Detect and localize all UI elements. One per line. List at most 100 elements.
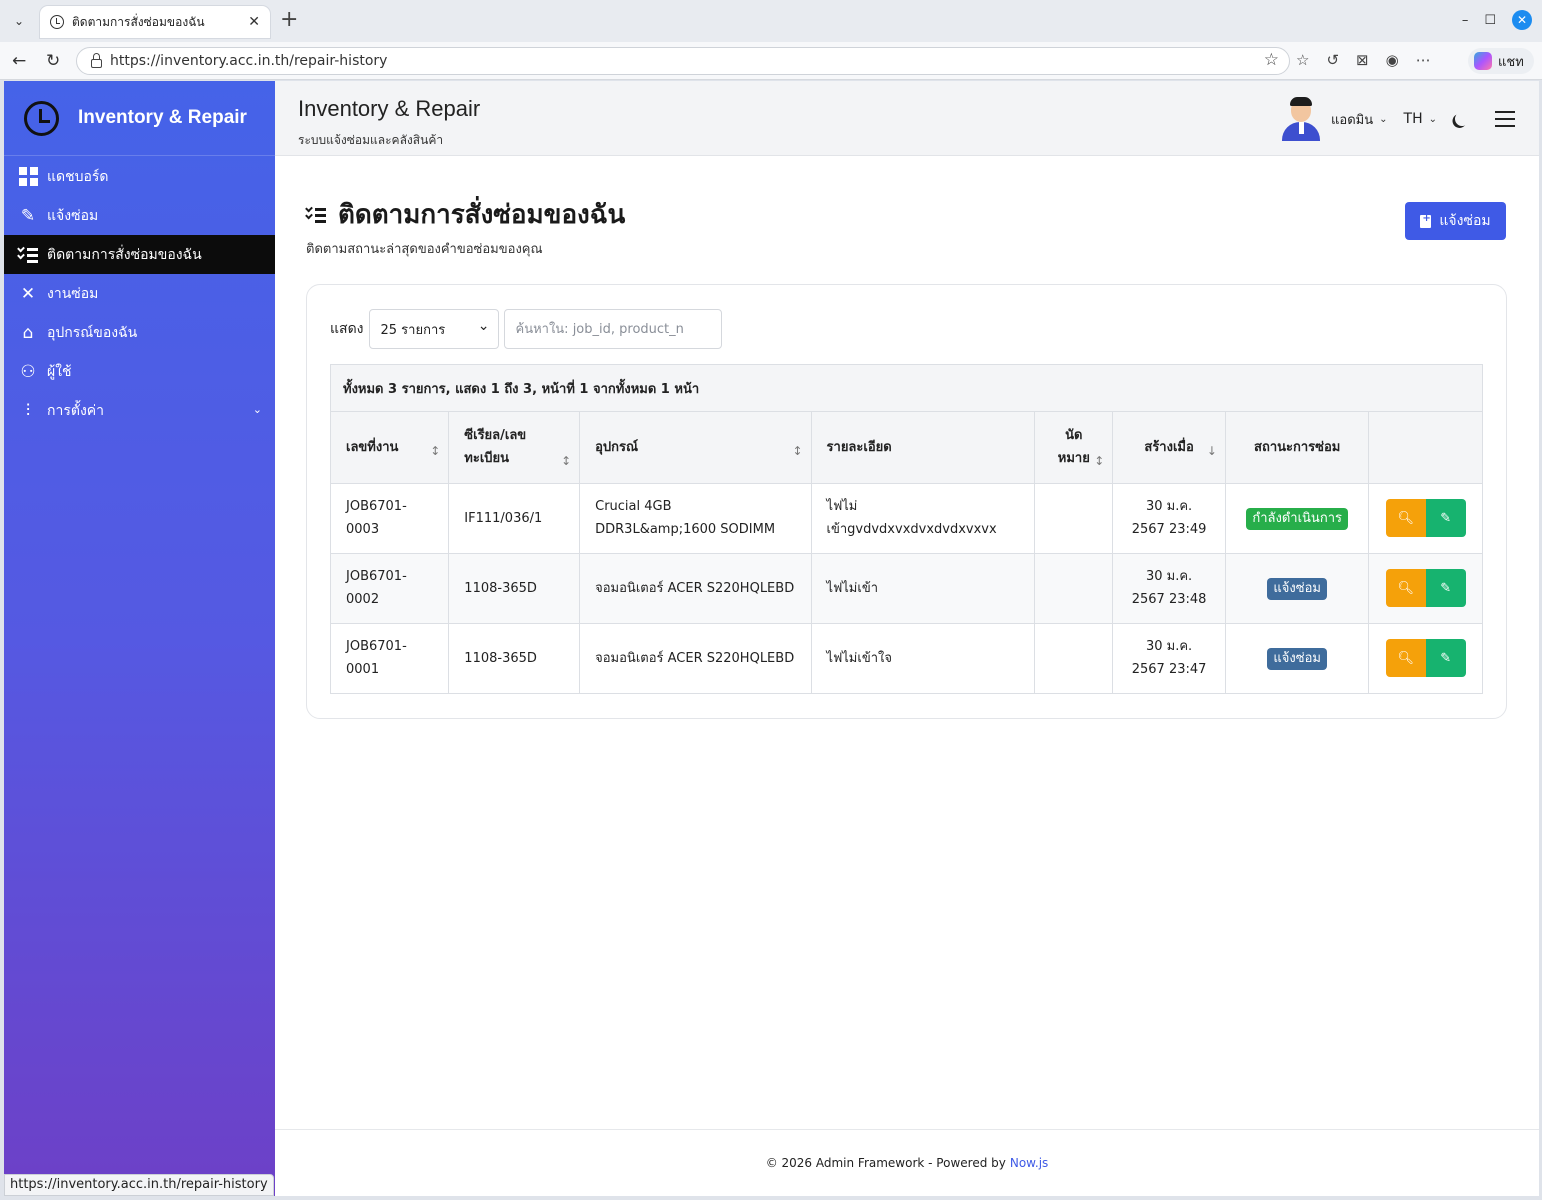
favorite-star-icon[interactable]: ☆ xyxy=(1264,50,1279,70)
users-icon: ⚇ xyxy=(20,361,36,382)
tab-close-icon[interactable]: ✕ xyxy=(248,14,260,30)
report-button-label: แจ้งซ่อม xyxy=(1439,213,1491,229)
sidebar-item-label: การตั้งค่า xyxy=(47,402,105,419)
report-repair-button[interactable]: แจ้งซ่อม xyxy=(1405,202,1506,240)
header-actions: แอดมิน ⌄ TH ⌄ xyxy=(1281,97,1515,141)
cell-created: 30 ม.ค. 2567 23:49 xyxy=(1112,483,1226,554)
tab-list-chevron-icon[interactable]: ⌄ xyxy=(6,8,32,34)
table-row: JOB6701-0001 1108-365D จอมอนิเตอร์ ACER … xyxy=(331,623,1482,693)
view-search-icon[interactable]: 🔍︎ xyxy=(1385,569,1426,607)
header-title: Inventory & Repair xyxy=(298,96,481,121)
sort-icon[interactable]: ↕ xyxy=(430,440,440,463)
page-subtitle: ติดตามสถานะล่าสุดของคำขอซ่อมของคุณ xyxy=(306,242,543,257)
sidebar-item-repair-jobs[interactable]: ✕ งานซ่อม xyxy=(4,274,275,313)
report-icon: ✎ xyxy=(20,205,36,226)
sort-icon[interactable]: ↕ xyxy=(561,450,571,473)
view-search-icon[interactable]: 🔍︎ xyxy=(1385,639,1426,678)
app-window: Inventory & Repair แดชบอร์ด ✎ แจ้งซ่อม ต… xyxy=(4,81,1539,1196)
sidebar-item-users[interactable]: ⚇ ผู้ใช้ xyxy=(4,352,275,391)
sort-down-icon[interactable]: ↓ xyxy=(1207,440,1217,463)
reload-icon[interactable]: ↻ xyxy=(46,51,60,71)
maximize-icon[interactable]: ☐ xyxy=(1484,13,1496,28)
more-menu-icon[interactable]: ⋯ xyxy=(1416,51,1431,69)
sort-icon[interactable]: ↕ xyxy=(1094,450,1104,473)
copilot-button[interactable]: แชท xyxy=(1468,48,1534,74)
status-badge: แจ้งซ่อม xyxy=(1267,577,1327,600)
extension-icon[interactable]: ⊠ xyxy=(1356,51,1369,69)
col-appointment[interactable]: นัดหมาย ↕ xyxy=(1034,412,1114,484)
edit-pencil-icon[interactable]: ✎ xyxy=(1425,499,1466,537)
chevron-down-icon[interactable]: ⌄ xyxy=(1379,114,1387,125)
sidebar-item-label: แดชบอร์ด xyxy=(47,168,109,185)
page-size-select[interactable]: 25 รายการ xyxy=(368,309,499,349)
table-controls: แสดง 25 รายการ xyxy=(330,309,722,349)
dark-mode-moon-icon[interactable] xyxy=(1453,110,1471,128)
cell-job-id: JOB6701-0001 xyxy=(331,623,450,693)
cell-product: จอมอนิเตอร์ ACER S220HQLEBD xyxy=(579,553,812,624)
copilot-icon xyxy=(1474,52,1492,70)
edit-pencil-icon[interactable]: ✎ xyxy=(1425,569,1466,607)
top-header: Inventory & Repair ระบบแจ้งซ่อมและคลังสิ… xyxy=(275,81,1539,156)
cell-actions: 🔍︎ ✎ xyxy=(1368,553,1482,624)
language-select[interactable]: TH xyxy=(1404,111,1423,127)
sliders-icon: ⫶ xyxy=(25,400,31,421)
lock-icon[interactable] xyxy=(91,52,102,68)
cell-job-id: JOB6701-0002 xyxy=(331,553,450,624)
sidebar-item-label: ผู้ใช้ xyxy=(47,363,72,380)
sidebar-item-report[interactable]: ✎ แจ้งซ่อม xyxy=(4,196,275,235)
new-tab-icon[interactable]: + xyxy=(280,9,298,31)
page-title: ติดตามการสั่งซ่อมของฉัน xyxy=(305,194,625,235)
user-menu[interactable]: แอดมิน xyxy=(1331,109,1373,130)
footer-link[interactable]: Now.js xyxy=(1010,1156,1048,1170)
clock-logo-icon xyxy=(24,100,59,136)
browser-toolbar: ← ↻ https://inventory.acc.in.th/repair-h… xyxy=(0,42,1542,80)
sidebar-item-dashboard[interactable]: แดชบอร์ด xyxy=(4,157,275,196)
repair-table-card: แสดง 25 รายการ ทั้งหมด 3 รายการ, แสดง 1 … xyxy=(306,284,1507,719)
search-input[interactable] xyxy=(503,309,722,349)
dashboard-icon xyxy=(17,166,39,188)
sidebar-brand[interactable]: Inventory & Repair xyxy=(4,81,275,156)
col-serial[interactable]: ซีเรียล/เลขทะเบียน ↕ xyxy=(448,412,581,484)
sidebar-item-my-equipment[interactable]: ⌂ อุปกรณ์ของฉัน xyxy=(4,313,275,352)
main-content: ติดตามการสั่งซ่อมของฉัน ติดตามสถานะล่าสุ… xyxy=(275,156,1539,1129)
show-label: แสดง xyxy=(330,321,364,337)
col-job-id[interactable]: เลขที่งาน ↕ xyxy=(331,412,450,484)
back-arrow-icon[interactable]: ← xyxy=(12,51,26,71)
view-search-icon[interactable]: 🔍︎ xyxy=(1385,499,1426,537)
cell-job-id: JOB6701-0003 xyxy=(331,483,450,554)
avatar[interactable] xyxy=(1281,97,1321,141)
window-close-icon[interactable]: ✕ xyxy=(1512,10,1532,30)
browser-status-url: https://inventory.acc.in.th/repair-histo… xyxy=(4,1174,274,1196)
col-created[interactable]: สร้างเมื่อ ↓ xyxy=(1112,412,1226,484)
hamburger-menu-icon[interactable] xyxy=(1495,111,1515,127)
address-bar[interactable]: https://inventory.acc.in.th/repair-histo… xyxy=(76,47,1290,75)
sidebar-item-settings[interactable]: ⫶ การตั้งค่า ⌄ xyxy=(4,391,275,430)
brand-name: Inventory & Repair xyxy=(78,107,247,128)
status-badge: แจ้งซ่อม xyxy=(1267,647,1327,670)
cell-serial: 1108-365D xyxy=(448,623,581,693)
table-row: JOB6701-0002 1108-365D จอมอนิเตอร์ ACER … xyxy=(331,553,1482,624)
col-detail: รายละเอียด xyxy=(811,412,1036,484)
minimize-icon[interactable]: – xyxy=(1462,13,1469,28)
favorites-icon[interactable]: ☆ xyxy=(1296,51,1309,69)
footer-text: © 2026 Admin Framework - Powered by xyxy=(765,1156,1006,1170)
edit-pencil-icon[interactable]: ✎ xyxy=(1425,639,1466,678)
sort-icon[interactable]: ↕ xyxy=(792,440,802,463)
profile-icon[interactable]: ◉ xyxy=(1386,51,1399,69)
col-product[interactable]: อุปกรณ์ ↕ xyxy=(579,412,812,484)
cell-appointment xyxy=(1034,623,1114,693)
browser-tab[interactable]: ติดตามการสั่งซ่อมของฉัน ✕ xyxy=(40,6,270,38)
cell-appointment xyxy=(1034,483,1114,554)
clock-favicon-icon xyxy=(50,15,64,29)
table-summary: ทั้งหมด 3 รายการ, แสดง 1 ถึง 3, หน้าที่ … xyxy=(331,365,1482,412)
sidebar-item-my-repairs[interactable]: ติดตามการสั่งซ่อมของฉัน xyxy=(4,235,275,274)
tab-title: ติดตามการสั่งซ่อมของฉัน xyxy=(72,14,205,29)
history-icon[interactable]: ↺ xyxy=(1326,51,1339,69)
chevron-down-icon[interactable]: ⌄ xyxy=(1429,114,1437,125)
cell-detail: ไฟไม่เข้าใจ xyxy=(811,623,1036,693)
chevron-down-icon: ⌄ xyxy=(252,403,262,416)
repair-table: ทั้งหมด 3 รายการ, แสดง 1 ถึง 3, หน้าที่ … xyxy=(330,364,1483,694)
browser-extension-icons: ☆ ↺ ⊠ ◉ ⋯ xyxy=(1296,51,1431,69)
sidebar-item-label: ติดตามการสั่งซ่อมของฉัน xyxy=(47,246,202,263)
cell-appointment xyxy=(1034,553,1114,624)
